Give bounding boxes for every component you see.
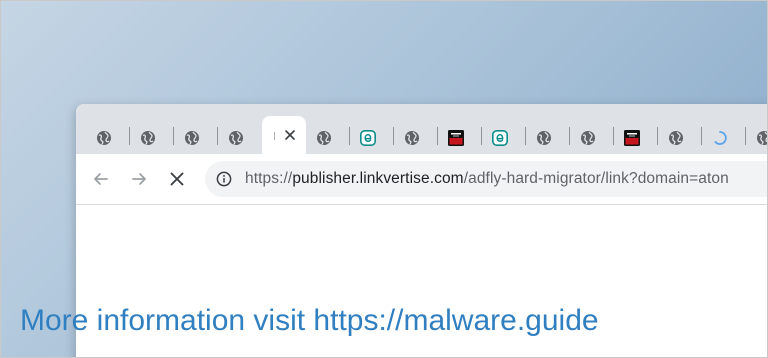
back-arrow-icon xyxy=(94,173,108,185)
desktop-background: https://publisher.linkvertise.com/adfly-… xyxy=(0,0,768,358)
tab[interactable] xyxy=(610,122,654,154)
tab[interactable] xyxy=(170,122,214,154)
tab[interactable] xyxy=(214,122,258,154)
tab[interactable] xyxy=(82,122,126,154)
close-tab-icon[interactable] xyxy=(282,127,298,143)
tab[interactable] xyxy=(566,122,610,154)
watermark-text: More information visit https://malware.g… xyxy=(20,304,599,337)
tab[interactable] xyxy=(478,122,522,154)
eset-e-icon xyxy=(492,130,508,146)
globe-icon xyxy=(757,131,767,145)
red-app-icon xyxy=(448,130,464,146)
globe-icon xyxy=(141,131,155,145)
globe-icon xyxy=(317,131,331,145)
back-button[interactable] xyxy=(89,167,113,191)
stop-button[interactable] xyxy=(165,167,189,191)
loading-icon xyxy=(274,132,275,140)
tab-active[interactable] xyxy=(262,116,306,154)
url-scheme: https:// xyxy=(245,170,293,187)
url-text[interactable]: https://publisher.linkvertise.com/adfly-… xyxy=(245,161,729,197)
forward-button[interactable] xyxy=(127,167,151,191)
browser-toolbar: https://publisher.linkvertise.com/adfly-… xyxy=(76,154,767,205)
globe-icon xyxy=(405,131,419,145)
url-path: /adfly-hard-migrator/link?domain=aton xyxy=(463,170,729,187)
tab[interactable] xyxy=(698,122,742,154)
globe-icon xyxy=(97,131,111,145)
stop-x-icon xyxy=(170,172,184,186)
tab-strip xyxy=(76,104,767,154)
eset-e-icon xyxy=(360,130,376,146)
globe-icon xyxy=(581,131,595,145)
tab[interactable] xyxy=(126,122,170,154)
url-host: publisher.linkvertise.com xyxy=(292,170,464,187)
red-app-icon xyxy=(624,130,640,146)
forward-arrow-icon xyxy=(132,173,146,185)
spinner-icon xyxy=(714,131,727,145)
tab[interactable] xyxy=(390,122,434,154)
tab[interactable] xyxy=(654,122,698,154)
globe-icon xyxy=(669,131,683,145)
tab[interactable] xyxy=(742,122,767,154)
tab[interactable] xyxy=(302,122,346,154)
tab[interactable] xyxy=(434,122,478,154)
site-info-icon[interactable] xyxy=(216,171,232,187)
globe-icon xyxy=(185,131,199,145)
globe-icon xyxy=(537,131,551,145)
tab[interactable] xyxy=(346,122,390,154)
globe-icon xyxy=(229,131,243,145)
tab[interactable] xyxy=(522,122,566,154)
address-bar[interactable]: https://publisher.linkvertise.com/adfly-… xyxy=(205,161,767,197)
